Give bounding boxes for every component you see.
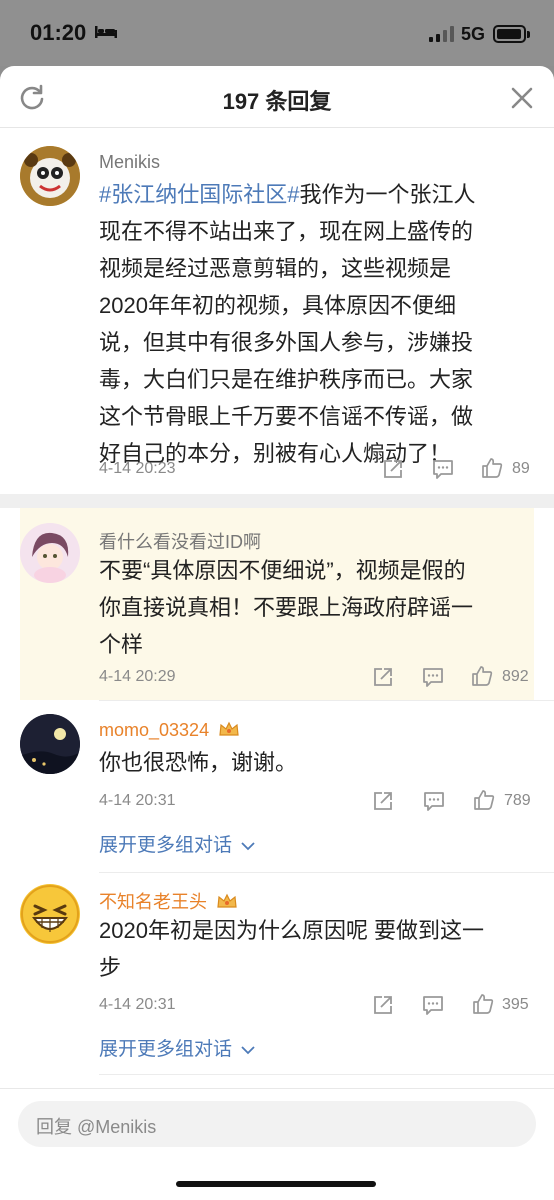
expand-label: 展开更多组对话 xyxy=(99,1039,233,1060)
comment-line: 现在不得不站出来了，现在网上盛传的 xyxy=(99,219,474,244)
expand-conversation-link[interactable]: 展开更多组对话 xyxy=(99,830,255,857)
comment-line: 说，但其中有很多外国人参与，涉嫌投 xyxy=(99,330,474,355)
username[interactable]: momo_03324 xyxy=(99,720,240,741)
comment-line: 个样 xyxy=(99,632,144,657)
status-bar: 01:20 5G xyxy=(0,0,554,66)
row-divider xyxy=(99,700,554,701)
main-comment: Menikis #张江纳仕国际社区#我作为一个张江人 现在不得不站出来了，现在网… xyxy=(0,128,554,494)
timestamp: 4-14 20:31 xyxy=(99,792,176,809)
timestamp: 4-14 20:31 xyxy=(99,996,176,1013)
comment-line: 你直接说真相！不要跟上海政府辟谣一 xyxy=(99,595,474,620)
timestamp: 4-14 20:23 xyxy=(99,460,176,477)
share-icon[interactable] xyxy=(372,994,394,1016)
avatar[interactable] xyxy=(20,523,80,583)
avatar[interactable] xyxy=(20,884,80,944)
chevron-down-icon xyxy=(241,1046,255,1055)
sheet-header: 197 条回复 xyxy=(0,66,554,128)
hashtag-link[interactable]: #张江纳仕国际社区# xyxy=(99,182,299,207)
comment-text: #张江纳仕国际社区#我作为一个张江人 现在不得不站出来了，现在网上盛传的 视频是… xyxy=(99,176,529,472)
share-icon[interactable] xyxy=(372,666,394,688)
avatar-image xyxy=(20,146,80,206)
comment-line: 2020年年初的视频，具体原因不便细 xyxy=(99,293,456,318)
username-text: momo_03324 xyxy=(99,720,210,740)
page-title: 197 条回复 xyxy=(222,89,332,114)
timestamp: 4-14 20:29 xyxy=(99,668,176,685)
expand-conversation-link[interactable]: 展开更多组对话 xyxy=(99,1034,255,1061)
comment-icon[interactable] xyxy=(432,458,454,480)
share-icon[interactable] xyxy=(382,458,404,480)
comment-icon[interactable] xyxy=(422,666,444,688)
avatar-image xyxy=(20,714,80,774)
row-divider xyxy=(99,1074,554,1075)
like-count: 892 xyxy=(502,668,529,685)
share-icon[interactable] xyxy=(372,790,394,812)
section-divider xyxy=(0,494,554,508)
chevron-down-icon xyxy=(241,842,255,851)
username[interactable]: 看什么看没看过ID啊 xyxy=(99,528,261,554)
like-icon[interactable] xyxy=(471,665,493,687)
close-icon[interactable] xyxy=(510,86,534,110)
comment-icon[interactable] xyxy=(423,790,445,812)
reply-bar: 回复 @Menikis xyxy=(0,1088,554,1200)
comment-icon[interactable] xyxy=(422,994,444,1016)
username[interactable]: 不知名老王头 xyxy=(99,888,238,914)
username-text: 不知名老王头 xyxy=(99,892,207,912)
avatar[interactable] xyxy=(20,714,80,774)
vip-crown-icon xyxy=(217,893,237,908)
vip-crown-icon xyxy=(219,721,239,736)
network-type: 5G xyxy=(461,24,486,44)
status-time: 01:20 xyxy=(30,20,87,45)
avatar[interactable] xyxy=(20,146,80,206)
avatar-image xyxy=(20,523,80,583)
comment-text: 不要“具体原因不便细说”，视频是假的 你直接说真相！不要跟上海政府辟谣一 个样 xyxy=(99,552,529,663)
comment-line: 毒，大白们只是在维护秩序而已。大家 xyxy=(99,367,474,392)
like-count: 395 xyxy=(502,996,529,1013)
comment-line: 你也很恐怖，谢谢。 xyxy=(99,750,298,775)
comment-line: 我作为一个张江人 xyxy=(299,182,476,207)
sleep-focus-icon xyxy=(95,26,117,38)
comment-line: 2020年初是因为什么原因呢 要做到这一 xyxy=(99,918,485,943)
comment-line: 步 xyxy=(99,955,122,980)
like-count: 89 xyxy=(512,460,530,477)
row-divider xyxy=(99,872,554,873)
like-icon[interactable] xyxy=(481,457,503,479)
username[interactable]: Menikis xyxy=(99,152,160,173)
replies-sheet: 197 条回复 Menikis #张江纳仕国际社区#我作为一个张江人 现在不得不… xyxy=(0,66,554,1200)
comment-line: 这个节骨眼上千万要不信谣不传谣，做 xyxy=(99,404,474,429)
comment-text: 你也很恐怖，谢谢。 xyxy=(99,744,529,781)
like-icon[interactable] xyxy=(473,789,495,811)
signal-icon xyxy=(429,26,455,42)
comment-line: 视频是经过恶意剪辑的，这些视频是 xyxy=(99,256,452,281)
comment-text: 2020年初是因为什么原因呢 要做到这一 步 xyxy=(99,912,529,986)
avatar-image xyxy=(21,885,79,943)
home-indicator xyxy=(176,1181,376,1187)
like-icon[interactable] xyxy=(472,993,494,1015)
like-count: 789 xyxy=(504,792,531,809)
reply-input[interactable]: 回复 @Menikis xyxy=(18,1101,536,1147)
battery-icon xyxy=(493,25,530,43)
expand-label: 展开更多组对话 xyxy=(99,835,233,856)
comment-line: 不要“具体原因不便细说”，视频是假的 xyxy=(99,558,466,583)
